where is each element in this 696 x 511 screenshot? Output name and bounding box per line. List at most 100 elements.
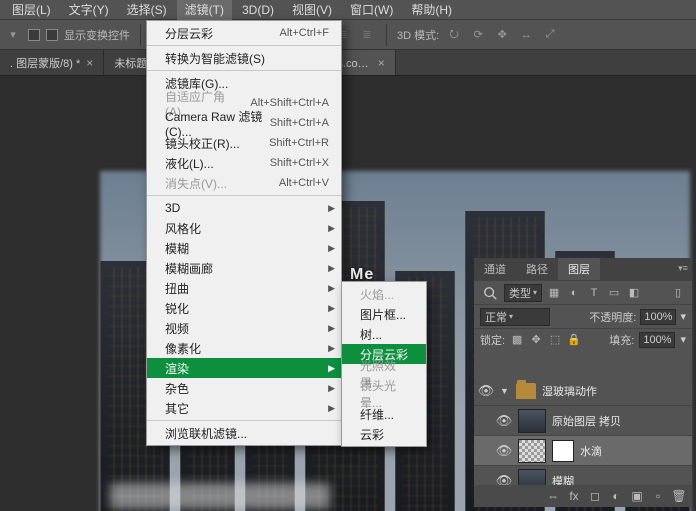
new-group-icon[interactable]: ▣ <box>628 488 646 504</box>
mode-3d-roll-icon[interactable]: ⟳ <box>469 26 487 44</box>
blend-mode-value: 正常 <box>485 309 507 325</box>
chevron-down-icon[interactable]: ▾ <box>680 310 686 323</box>
lock-label: 锁定: <box>480 332 505 348</box>
link-layers-icon[interactable]: ⇔ <box>544 488 562 504</box>
submenu-item[interactable]: 纤维... <box>342 404 426 424</box>
filter-kind-select[interactable]: 类型 ▾ <box>504 284 542 302</box>
layer-row[interactable]: 👁 原始图层 拷贝 <box>474 406 692 436</box>
adjustment-icon[interactable]: ◐ <box>607 488 625 504</box>
mode-3d-orbit-icon[interactable]: ⭮ <box>445 26 463 44</box>
menu-item-shortcut: Shift+Ctrl+R <box>269 137 329 149</box>
filter-text-icon[interactable]: T <box>586 285 602 301</box>
visibility-icon[interactable]: 👁 <box>478 383 494 399</box>
menu-item[interactable]: 锐化 <box>147 298 341 318</box>
mode-3d-pan-icon[interactable]: ✥ <box>493 26 511 44</box>
chevron-down-icon[interactable]: ▾ <box>680 333 686 346</box>
visibility-icon[interactable]: 👁 <box>496 443 512 459</box>
blend-mode-select[interactable]: 正常 ▾ <box>480 308 550 326</box>
layer-thumbnail[interactable] <box>518 439 546 463</box>
new-layer-icon[interactable]: ▫ <box>649 488 667 504</box>
delete-icon[interactable]: 🗑 <box>670 488 688 504</box>
tab-paths[interactable]: 路径 <box>516 258 558 280</box>
tab-channels[interactable]: 通道 <box>474 258 516 280</box>
visibility-icon[interactable]: 👁 <box>496 413 512 429</box>
mode-3d-slide-icon[interactable]: ↔ <box>517 26 535 44</box>
filter-adjust-icon[interactable]: ◐ <box>566 285 582 301</box>
submenu-item[interactable]: 图片框... <box>342 304 426 324</box>
panel-menu-icon[interactable]: ▾≡ <box>674 258 692 280</box>
menu-item-label: 锐化 <box>165 300 189 317</box>
layer-name[interactable]: 湿玻璃动作 <box>542 383 597 399</box>
menu-item[interactable]: 扭曲 <box>147 278 341 298</box>
menu-filter[interactable]: 滤镜(T) <box>177 0 232 20</box>
layer-row[interactable]: 👁 水滴 <box>474 436 692 466</box>
menu-item[interactable]: 模糊画廊 <box>147 258 341 278</box>
layer-name[interactable]: 水滴 <box>580 443 602 459</box>
expand-icon[interactable]: ▼ <box>500 386 510 396</box>
layer-mask-thumbnail[interactable] <box>552 440 574 462</box>
menu-item[interactable]: 视频 <box>147 318 341 338</box>
layer-thumbnail[interactable] <box>518 469 546 486</box>
menu-view[interactable]: 视图(V) <box>284 0 340 20</box>
close-icon[interactable]: × <box>378 56 385 70</box>
tab-layers[interactable]: 图层 <box>558 258 600 280</box>
layer-name[interactable]: 模糊 <box>552 473 574 486</box>
menu-item[interactable]: 模糊 <box>147 238 341 258</box>
dropdown-icon[interactable]: ▾ <box>4 26 22 44</box>
menu-3d[interactable]: 3D(D) <box>234 1 282 19</box>
menu-item[interactable]: 风格化 <box>147 218 341 238</box>
lock-artboard-icon[interactable]: ⬚ <box>548 333 562 347</box>
show-transform-checkbox[interactable] <box>46 29 58 41</box>
mode-3d-zoom-icon[interactable]: ⤢ <box>541 26 559 44</box>
menu-layer[interactable]: 图层(L) <box>4 0 59 20</box>
menu-item[interactable]: 浏览联机滤镜... <box>147 423 341 443</box>
auto-select-checkbox[interactable] <box>28 29 40 41</box>
filter-smart-icon[interactable]: ◧ <box>626 285 642 301</box>
chevron-down-icon: ▾ <box>533 288 537 297</box>
fill-value[interactable]: 100% <box>639 332 675 348</box>
close-icon[interactable]: × <box>86 56 93 70</box>
layer-row[interactable]: 👁 模糊 <box>474 466 692 485</box>
menu-item-label: 渲染 <box>165 360 189 377</box>
submenu-item[interactable]: 云彩 <box>342 424 426 444</box>
menu-item[interactable]: 镜头校正(R)...Shift+Ctrl+R <box>147 133 341 153</box>
fx-icon[interactable]: fx <box>565 488 583 504</box>
filter-pixel-icon[interactable]: ▦ <box>546 285 562 301</box>
submenu-item[interactable]: 树... <box>342 324 426 344</box>
menu-item-label: 转换为智能滤镜(S) <box>165 50 265 67</box>
menu-type[interactable]: 文字(Y) <box>61 0 117 20</box>
layer-name[interactable]: 原始图层 拷贝 <box>552 413 621 429</box>
mask-icon[interactable]: ◻ <box>586 488 604 504</box>
menu-help[interactable]: 帮助(H) <box>403 0 460 20</box>
opacity-value[interactable]: 100% <box>640 309 676 325</box>
lock-all-icon[interactable]: 🔒 <box>567 333 581 347</box>
menu-item-label: 模糊画廊 <box>165 260 213 277</box>
menu-separator <box>147 195 341 196</box>
dist-icon-3[interactable]: ≣ <box>358 26 376 44</box>
lock-pixels-icon[interactable]: ▩ <box>510 333 524 347</box>
filter-toggle[interactable]: ▯ <box>670 285 686 301</box>
filter-shape-icon[interactable]: ▭ <box>606 285 622 301</box>
menu-item[interactable]: 液化(L)...Shift+Ctrl+X <box>147 153 341 173</box>
menu-item[interactable]: 分层云彩Alt+Ctrl+F <box>147 23 341 43</box>
menu-item-label: 3D <box>165 201 180 215</box>
lock-position-icon[interactable]: ✥ <box>529 333 543 347</box>
menu-item[interactable]: Camera Raw 滤镜(C)...Shift+Ctrl+A <box>147 113 341 133</box>
submenu-item: 镜头光晕... <box>342 384 426 404</box>
submenu-item: 火焰... <box>342 284 426 304</box>
visibility-icon[interactable]: 👁 <box>496 473 512 486</box>
menu-item[interactable]: 3D <box>147 198 341 218</box>
menu-item[interactable]: 杂色 <box>147 378 341 398</box>
layer-row[interactable]: 👁 ▼ 湿玻璃动作 <box>474 376 692 406</box>
menu-item[interactable]: 转换为智能滤镜(S) <box>147 48 341 68</box>
panel-footer: ⇔ fx ◻ ◐ ▣ ▫ 🗑 <box>474 485 692 507</box>
menu-item[interactable]: 渲染 <box>147 358 341 378</box>
menu-select[interactable]: 选择(S) <box>119 0 175 20</box>
doc-tab[interactable]: . 图层蒙版/8) * × <box>0 50 104 75</box>
menu-item-label: 浏览联机滤镜... <box>165 425 247 442</box>
menu-window[interactable]: 窗口(W) <box>342 0 401 20</box>
menu-item[interactable]: 其它 <box>147 398 341 418</box>
menu-item[interactable]: 像素化 <box>147 338 341 358</box>
menu-item-shortcut: Shift+Ctrl+X <box>270 157 329 169</box>
layer-thumbnail[interactable] <box>518 409 546 433</box>
